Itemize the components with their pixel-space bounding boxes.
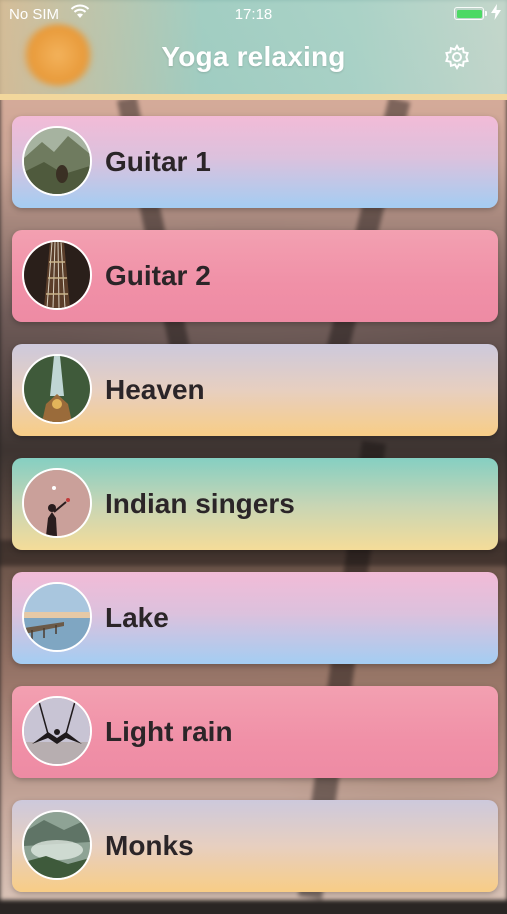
list-item[interactable]: Indian singers	[12, 458, 498, 550]
rocky-landscape-thumbnail	[22, 126, 92, 196]
guitar-strings-thumbnail	[22, 240, 92, 310]
aerial-yoga-thumbnail	[22, 696, 92, 766]
clock: 17:18	[234, 6, 273, 23]
silhouette-sunset-thumbnail	[22, 468, 92, 538]
track-list: Guitar 1 Guitar 2 Heaven Indian singers …	[12, 116, 498, 914]
list-item[interactable]: Heaven	[12, 344, 498, 436]
list-item[interactable]: Light rain	[12, 686, 498, 778]
track-title: Guitar 1	[105, 146, 211, 177]
gear-icon[interactable]	[443, 43, 471, 71]
track-title: Heaven	[105, 374, 205, 405]
misty-valley-thumbnail	[22, 810, 92, 880]
list-item[interactable]: Guitar 1	[12, 116, 498, 208]
lake-pier-thumbnail	[22, 582, 92, 652]
list-item[interactable]: Monks	[12, 800, 498, 892]
list-item[interactable]: Guitar 2	[12, 230, 498, 322]
track-title: Monks	[105, 830, 194, 861]
track-title: Light rain	[105, 716, 233, 747]
status-bar: No SIM 17:18	[0, 0, 507, 30]
page-title: Yoga relaxing	[161, 41, 346, 72]
list-item[interactable]: Lake	[12, 572, 498, 664]
light-beam-church-thumbnail	[22, 354, 92, 424]
track-title: Indian singers	[105, 488, 295, 519]
lightning-bolt-icon	[491, 4, 501, 23]
track-title: Lake	[105, 602, 169, 633]
track-title: Guitar 2	[105, 260, 211, 291]
battery-icon	[454, 7, 487, 20]
